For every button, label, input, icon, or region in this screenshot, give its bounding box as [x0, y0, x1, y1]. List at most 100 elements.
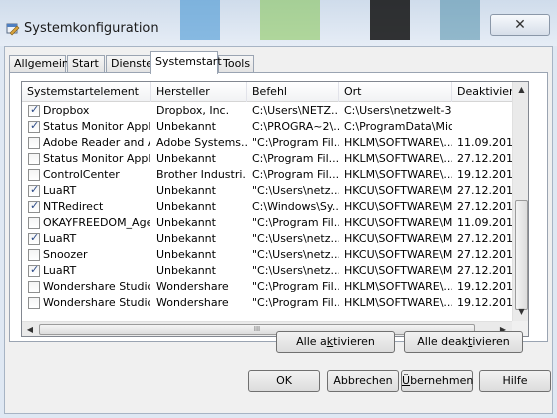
grip-icon: III	[253, 325, 261, 333]
cell-location: HKCU\SOFTWARE\M...	[344, 184, 452, 197]
startup-items-list[interactable]: Systemstartelement Hersteller Befehl Ort…	[21, 81, 529, 337]
cell-command: "C:\Program Fil...	[252, 296, 339, 309]
cell-element: Snoozer	[43, 248, 88, 261]
ok-button[interactable]: OK	[248, 370, 320, 392]
cell-location: HKCU\SOFTWARE\M...	[344, 232, 452, 245]
cell-command: C:\Windows\Sy...	[252, 200, 339, 213]
cell-element: Dropbox	[43, 104, 90, 117]
scroll-left-icon[interactable]: ◀	[22, 322, 38, 336]
table-row[interactable]: ControlCenter Brother Industri... C:\Progr…	[22, 167, 512, 183]
cell-manufacturer: Unbekannt	[156, 184, 216, 197]
apply-button[interactable]: Übernehmen	[401, 370, 473, 392]
cell-command: C:\Users\NETZ...	[252, 104, 339, 117]
cell-manufacturer: Brother Industri...	[156, 168, 247, 181]
window-title: Systemkonfiguration	[24, 21, 159, 36]
titlebar-background-art	[260, 0, 320, 40]
button-accelerator: Ü	[402, 374, 411, 387]
button-label: Abbrechen	[333, 374, 393, 387]
button-label: bernehmen	[410, 374, 474, 387]
close-icon: ✕	[514, 17, 526, 33]
title-bar: Systemkonfiguration ✕	[0, 0, 557, 46]
cell-command: C:\Program Fil...	[252, 152, 339, 165]
cell-disabled-date: 19.12.201	[457, 296, 512, 309]
msconfig-icon	[6, 23, 20, 36]
cell-element: ControlCenter	[43, 168, 120, 181]
enable-all-button[interactable]: Alle aktivieren	[276, 331, 395, 353]
cell-manufacturer: Unbekannt	[156, 200, 216, 213]
tab-label: Dienste	[111, 57, 154, 70]
table-row[interactable]: LuaRT Unbekannt "C:\Users\netz... HKCU\SOFT…	[22, 231, 512, 247]
button-label: OK	[276, 374, 292, 387]
tab-systemstart[interactable]: Systemstart	[150, 51, 222, 74]
tab-label: Systemstart	[155, 55, 222, 68]
cell-manufacturer: Dropbox, Inc.	[156, 104, 230, 117]
table-row[interactable]: Dropbox Dropbox, Inc. C:\Users\NETZ... C:\U…	[22, 103, 512, 119]
cell-disabled-date: 11.09.201	[457, 136, 512, 149]
column-header-manufacturer[interactable]: Hersteller	[151, 82, 247, 102]
cell-manufacturer: Unbekannt	[156, 152, 216, 165]
table-row[interactable]: NTRedirect Unbekannt C:\Windows\Sy... HKCU\…	[22, 199, 512, 215]
table-row[interactable]: Wondershare Studio Wondershare "C:\Program…	[22, 295, 512, 311]
tab-label: Start	[72, 57, 99, 70]
tab-allgemein[interactable]: Allgemein	[9, 55, 69, 73]
cell-location: HKCU\SOFTWARE\M...	[344, 216, 452, 229]
table-row[interactable]: LuaRT Unbekannt "C:\Users\netz... HKCU\SOFT…	[22, 183, 512, 199]
table-row[interactable]: Status Monitor Applica... Unbekannt C:\Pro…	[22, 151, 512, 167]
cell-manufacturer: Wondershare	[156, 280, 229, 293]
cell-disabled-date: 27.12.201	[457, 232, 512, 245]
table-row[interactable]: Snoozer Unbekannt "C:\Users\netz... HKCU\SO…	[22, 247, 512, 263]
cell-manufacturer: Unbekannt	[156, 120, 216, 133]
dialog-body: Allgemein Start Dienste Systemstart Tool…	[4, 46, 553, 414]
cell-disabled-date	[452, 103, 512, 119]
cell-location: HKLM\SOFTWARE\...	[344, 152, 452, 165]
cell-location: HKLM\SOFTWARE\...	[344, 136, 452, 149]
tab-start[interactable]: Start	[67, 55, 105, 73]
tab-tools[interactable]: Tools	[218, 55, 254, 73]
cell-element: Wondershare Studio	[43, 296, 150, 309]
column-header-label: Deaktivier	[457, 85, 512, 98]
cell-command: C:\PROGRA~2\...	[252, 120, 339, 133]
cell-command: "C:\Users\netz...	[252, 184, 339, 197]
cell-disabled-date: 27.12.201	[457, 200, 512, 213]
cell-location: HKCU\SOFTWARE\M...	[344, 248, 452, 261]
column-header-element[interactable]: Systemstartelement	[22, 82, 151, 102]
table-row[interactable]: OKAYFREEDOM_Agent Unbekannt "C:\Program Fi…	[22, 215, 512, 231]
vertical-scrollbar[interactable]: ▲ ▼	[512, 82, 528, 321]
column-header-location[interactable]: Ort	[339, 82, 452, 102]
cell-element: LuaRT	[43, 264, 77, 277]
cell-disabled-date: 27.12.201	[457, 264, 512, 277]
tab-dienste[interactable]: Dienste	[106, 55, 154, 73]
scroll-down-icon[interactable]: ▼	[514, 304, 528, 320]
help-button[interactable]: Hilfe	[479, 370, 551, 392]
table-row[interactable]: Wondershare Studio Wondershare "C:\Program…	[22, 279, 512, 295]
disable-all-button[interactable]: Alle deaktivieren	[404, 331, 523, 353]
button-label: Alle a	[296, 335, 327, 348]
scroll-up-icon[interactable]: ▲	[514, 82, 528, 98]
cell-disabled-date: 27.12.201	[457, 152, 512, 165]
table-row[interactable]: LuaRT Unbekannt "C:\Users\netz... HKCU\SOFT…	[22, 263, 512, 279]
systemstart-panel: Systemstartelement Hersteller Befehl Ort…	[9, 72, 548, 342]
cell-disabled-date: 19.12.201	[457, 280, 512, 293]
cancel-button[interactable]: Abbrechen	[327, 370, 399, 392]
table-row[interactable]: Adobe Reader and Ac... Adobe Systems... "C…	[22, 135, 512, 151]
cell-command: "C:\Users\netz...	[252, 248, 339, 261]
column-header-command[interactable]: Befehl	[247, 82, 339, 102]
cell-manufacturer: Unbekannt	[156, 248, 216, 261]
table-row[interactable]: Status Monitor Applica... Unbekannt C:\PRO…	[22, 119, 512, 135]
vertical-scroll-thumb[interactable]	[515, 200, 528, 310]
list-header: Systemstartelement Hersteller Befehl Ort…	[22, 82, 512, 102]
cell-command: "C:\Program Fil...	[252, 136, 339, 149]
cell-command: "C:\Program Fil...	[252, 216, 339, 229]
close-button[interactable]: ✕	[490, 14, 550, 36]
column-header-disabled-date[interactable]: Deaktivier	[452, 82, 512, 102]
titlebar-background-art	[440, 0, 480, 40]
cell-disabled-date: 19.12.201	[457, 168, 512, 181]
cell-location: HKLM\SOFTWARE\...	[344, 296, 452, 309]
titlebar-background-art	[180, 0, 220, 40]
column-header-label: Systemstartelement	[27, 85, 139, 98]
tab-label: Tools	[223, 57, 251, 70]
cell-element: Status Monitor Applica...	[43, 152, 150, 165]
cell-element: Adobe Reader and Ac...	[43, 136, 150, 149]
cell-disabled-date	[452, 119, 512, 135]
cell-element: Wondershare Studio	[43, 280, 150, 293]
